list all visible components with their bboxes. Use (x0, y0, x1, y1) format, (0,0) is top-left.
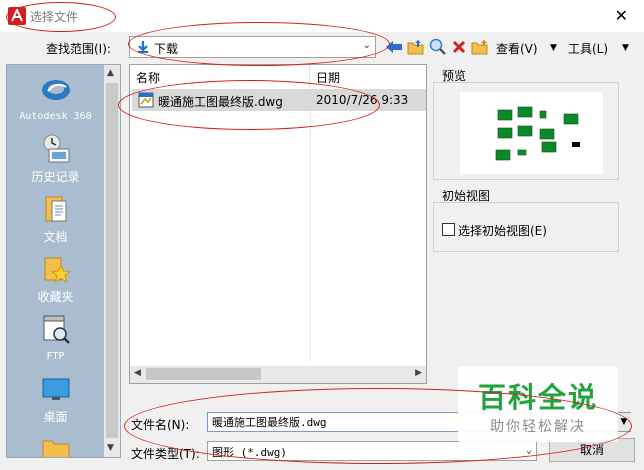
up-folder-icon (407, 40, 424, 55)
place-autodesk-360[interactable]: Autodesk 360 (7, 73, 104, 122)
filetype-select[interactable]: 图形 (*.dwg) ⌄ (207, 441, 537, 461)
up-folder-button[interactable] (406, 37, 426, 57)
cloud-icon (41, 80, 70, 100)
filename-label: 文件名(N): (131, 418, 190, 432)
drawing-preview (460, 92, 603, 174)
back-button[interactable] (384, 37, 404, 57)
file-list-hscrollbar[interactable]: ◀ ▶ (130, 366, 426, 383)
file-list: 名称 日期 暖通施工图最终版.dwg 2010/7/26 9:33 ◀ ▶ (129, 64, 427, 384)
file-date: 2010/7/26 9:33 (316, 93, 409, 107)
initial-view-checkbox[interactable] (442, 223, 455, 236)
delete-x-icon (452, 40, 466, 54)
place-label: 文档 (43, 230, 68, 244)
download-folder-icon (138, 41, 148, 53)
column-header-name[interactable]: 名称 (130, 65, 310, 87)
scroll-right-icon[interactable]: ▶ (415, 368, 422, 378)
file-row[interactable]: 暖通施工图最终版.dwg 2010/7/26 9:33 (132, 89, 426, 111)
initial-view-checkbox-label[interactable]: 选择初始视图(E) (458, 222, 547, 239)
scroll-left-icon[interactable]: ◀ (134, 368, 141, 378)
places-sidebar: Autodesk 360 历史记录 文档 收藏夹 FTP 桌面 ▲ ▼ (6, 64, 121, 458)
favorites-icon (44, 257, 71, 284)
watermark-title: 百科全说 (477, 381, 598, 414)
back-arrow-icon (386, 41, 402, 53)
filetype-value: 图形 (*.dwg) (212, 446, 287, 459)
window-title: 选择文件 (30, 10, 79, 24)
watermark-subtitle: 助你轻松解决 (490, 419, 586, 435)
desktop-icon (42, 378, 69, 400)
places-scrollbar[interactable]: ▲ ▼ (104, 65, 120, 457)
places-list: Autodesk 360 历史记录 文档 收藏夹 FTP 桌面 (7, 65, 104, 457)
watermark: 百科全说 助你轻松解决 (458, 366, 618, 442)
lookin-value: 下载 (154, 42, 179, 56)
close-icon[interactable]: ✕ (615, 6, 628, 25)
lookin-label: 查找范围(I): (46, 42, 111, 56)
place-history[interactable]: 历史记录 (7, 133, 104, 185)
view-dropdown-icon[interactable]: ▼ (550, 43, 557, 53)
filename-dropdown-icon[interactable]: ▼ (617, 413, 631, 431)
search-web-button[interactable] (428, 37, 448, 57)
delete-button[interactable] (450, 37, 468, 57)
drawing-thumbnail-icon (495, 106, 580, 161)
lookin-combo[interactable]: 下载 ⌄ (129, 36, 376, 58)
place-label: FTP (46, 351, 65, 362)
scroll-down-icon[interactable]: ▼ (107, 443, 114, 453)
file-name: 暖通施工图最终版.dwg (158, 95, 283, 109)
folder-icon (42, 440, 69, 457)
place-label: Autodesk 360 (19, 111, 92, 122)
place-more[interactable] (7, 433, 104, 457)
documents-icon (45, 196, 66, 222)
hscroll-thumb[interactable] (146, 368, 261, 380)
tools-menu[interactable]: 工具(L) (568, 40, 608, 57)
new-folder-icon (471, 40, 488, 55)
place-label: 桌面 (43, 410, 68, 424)
chevron-down-icon: ⌄ (362, 40, 371, 51)
scroll-up-icon[interactable]: ▲ (107, 68, 114, 78)
tools-dropdown-icon[interactable]: ▼ (622, 43, 629, 53)
column-divider (310, 87, 311, 361)
new-folder-button[interactable] (470, 37, 490, 57)
ftp-icon (43, 315, 70, 344)
search-web-icon (429, 38, 446, 55)
place-ftp[interactable]: FTP (7, 313, 104, 362)
filetype-label: 文件类型(T): (131, 447, 200, 461)
place-desktop[interactable]: 桌面 (7, 373, 104, 425)
place-documents[interactable]: 文档 (7, 193, 104, 245)
title-bar: 选择文件 ✕ (0, 0, 644, 32)
place-favorites[interactable]: 收藏夹 (7, 253, 104, 305)
column-header-date[interactable]: 日期 (310, 65, 426, 87)
scroll-thumb[interactable] (106, 83, 118, 438)
place-label: 历史记录 (31, 170, 80, 184)
history-icon (43, 134, 69, 163)
chevron-down-icon: ⌄ (525, 445, 532, 456)
view-menu[interactable]: 查看(V) (496, 40, 538, 57)
dwg-file-icon (138, 92, 154, 108)
place-label: 收藏夹 (37, 290, 74, 304)
autocad-logo-icon (8, 7, 26, 25)
